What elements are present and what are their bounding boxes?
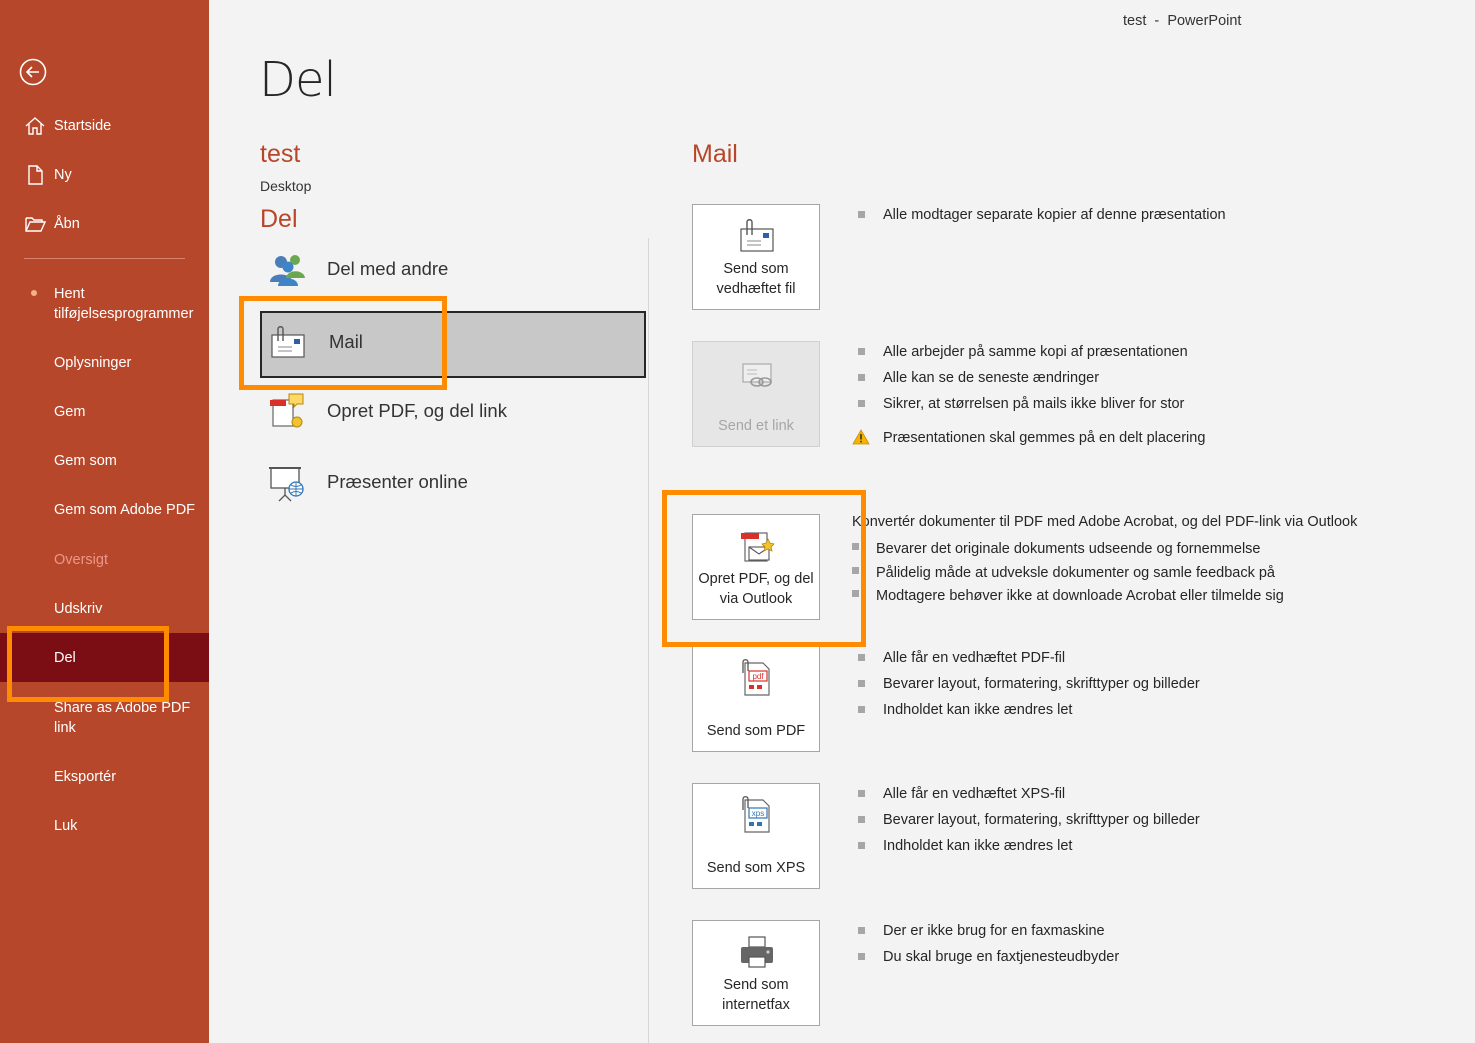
list-item: Alle får en vedhæftet PDF-fil — [856, 645, 1200, 671]
xps-benefits: Alle får en vedhæftet XPS-fil Bevarer la… — [856, 781, 1200, 859]
pdf-benefits: Alle får en vedhæftet PDF-fil Bevarer la… — [856, 645, 1200, 723]
warning-item: Præsentationen skal gemmes på en delt pl… — [852, 425, 1205, 451]
mail-link-icon — [742, 363, 772, 387]
open-folder-icon — [25, 217, 46, 232]
send-as-pdf-button[interactable]: pdf Send som PDF — [692, 646, 820, 752]
share-section-title: Del — [260, 205, 298, 233]
backstage-sidebar: Startside Ny Åbn Hent tilføjelsesprogram… — [0, 0, 209, 1043]
pdf-file-icon: pdf — [742, 659, 770, 696]
list-item: Indholdet kan ikke ændres let — [856, 833, 1200, 859]
nav-udskriv[interactable]: Udskriv — [0, 599, 209, 621]
list-item: Indholdet kan ikke ændres let — [856, 697, 1200, 723]
pdf-outlook-icon — [741, 532, 775, 562]
svg-text:xps: xps — [752, 809, 764, 818]
page-title: Del — [259, 52, 337, 108]
nav-oplysninger[interactable]: Oplysninger — [0, 353, 209, 375]
send-as-attachment-button[interactable]: Send som vedhæftet fil — [692, 204, 820, 310]
nav-eksporter[interactable]: Eksportér — [0, 767, 209, 789]
list-item: Pålidelig måde at udveksle dokumenter og… — [852, 562, 1284, 586]
create-pdf-share-outlook-button[interactable]: Opret PDF, og del via Outlook — [692, 514, 820, 620]
window-title: test - PowerPoint — [1123, 13, 1242, 29]
list-item: Bevarer det originale dokuments udseende… — [852, 538, 1284, 562]
nav-aabn[interactable]: Åbn — [0, 214, 209, 236]
nav-gem-som[interactable]: Gem som — [0, 451, 209, 473]
people-icon — [270, 255, 305, 286]
link-benefits: Alle arbejder på samme kopi af præsentat… — [852, 339, 1205, 451]
send-as-internet-fax-button[interactable]: Send som internetfax — [692, 920, 820, 1026]
sidebar-divider — [24, 258, 185, 259]
nav-share-adobe-pdf-link[interactable]: Share as Adobe PDF link — [0, 698, 209, 740]
share-option-opret-pdf-del-link[interactable]: Opret PDF, og del link — [260, 382, 646, 446]
back-arrow-icon — [19, 58, 47, 86]
fax-benefits: Der er ikke brug for en faxmaskine Du sk… — [856, 918, 1119, 970]
home-icon — [25, 117, 45, 135]
column-divider — [648, 238, 649, 1043]
send-link-button: Send et link — [692, 341, 820, 447]
warning-icon — [852, 429, 870, 445]
attachment-benefits: Alle modtager separate kopier af denne p… — [856, 202, 1226, 228]
list-item: Alle modtager separate kopier af denne p… — [856, 202, 1226, 228]
list-item: Der er ikke brug for en faxmaskine — [856, 918, 1119, 944]
nav-luk[interactable]: Luk — [0, 816, 209, 838]
present-online-icon — [269, 467, 304, 502]
list-item: Sikrer, at størrelsen på mails ikke bliv… — [856, 391, 1205, 417]
share-option-del-med-andre[interactable]: Del med andre — [260, 240, 646, 304]
document-name: test — [260, 140, 301, 168]
nav-hent-tilfoejelser[interactable]: Hent tilføjelsesprogrammer — [0, 284, 209, 326]
mail-attachment-icon — [271, 326, 305, 358]
list-item: Alle arbejder på samme kopi af præsentat… — [856, 339, 1205, 365]
list-item: Bevarer layout, formatering, skrifttyper… — [856, 671, 1200, 697]
mail-panel-title: Mail — [692, 140, 738, 168]
list-item: Alle kan se de seneste ændringer — [856, 365, 1205, 391]
share-option-praesenter-online[interactable]: Præsenter online — [260, 453, 646, 517]
document-location: Desktop — [260, 178, 312, 194]
pdf-outlook-benefits: Bevarer det originale dokuments udseende… — [852, 538, 1284, 609]
svg-text:pdf: pdf — [752, 672, 764, 681]
pdf-share-icon — [270, 393, 304, 428]
mail-attachment-icon — [740, 219, 774, 252]
back-button[interactable] — [19, 58, 47, 86]
list-item: Bevarer layout, formatering, skrifttyper… — [856, 807, 1200, 833]
xps-file-icon: xps — [742, 796, 770, 833]
send-as-xps-button[interactable]: xps Send som XPS — [692, 783, 820, 889]
nav-oversigt: Oversigt — [54, 552, 108, 568]
nav-del[interactable]: Del — [0, 633, 209, 682]
fax-icon — [741, 936, 773, 968]
list-item: Du skal bruge en faxtjenesteudbyder — [856, 944, 1119, 970]
list-item: Alle får en vedhæftet XPS-fil — [856, 781, 1200, 807]
share-option-mail[interactable]: Mail — [260, 311, 646, 378]
list-item: Modtagere behøver ikke at downloade Acro… — [852, 585, 1284, 609]
pdf-outlook-description: Konvertér dokumenter til PDF med Adobe A… — [852, 514, 1358, 530]
nav-gem-som-adobe-pdf[interactable]: Gem som Adobe PDF — [0, 500, 209, 522]
nav-startside[interactable]: Startside — [0, 116, 209, 138]
nav-gem[interactable]: Gem — [0, 402, 209, 424]
nav-ny[interactable]: Ny — [0, 165, 209, 187]
new-document-icon — [28, 165, 43, 185]
